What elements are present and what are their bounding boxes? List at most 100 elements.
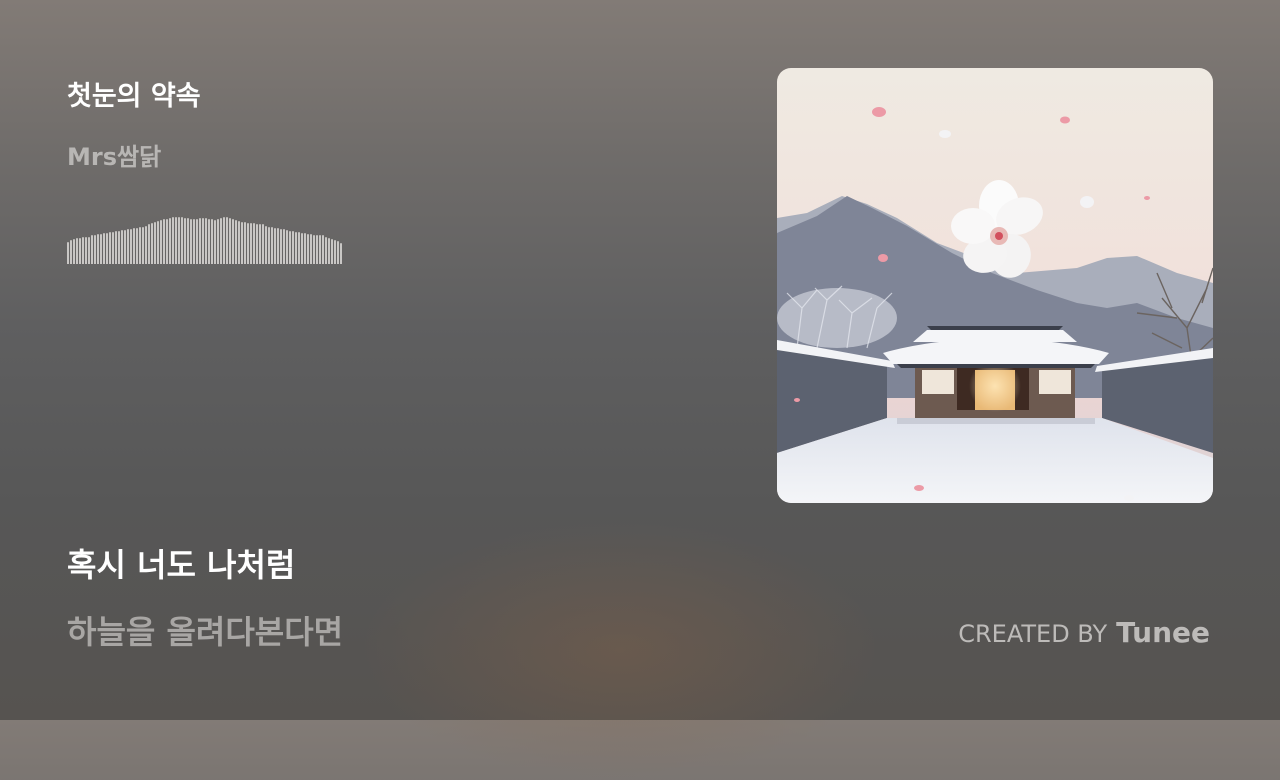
waveform-bar xyxy=(271,227,273,264)
waveform-bar xyxy=(97,234,99,264)
waveform-bar xyxy=(277,228,279,264)
waveform-bar xyxy=(331,239,333,264)
waveform-bar xyxy=(229,218,231,264)
waveform-bar xyxy=(70,240,72,264)
waveform-bar xyxy=(328,238,330,264)
waveform-bar xyxy=(79,238,81,264)
waveform-bar xyxy=(136,228,138,264)
waveform-bar xyxy=(265,226,267,264)
waveform-bar xyxy=(313,235,315,264)
waveform-bar xyxy=(283,229,285,264)
lyric-next-line: 하늘을 올려다본다면 xyxy=(67,613,344,651)
waveform-bar xyxy=(262,224,264,264)
waveform-bar xyxy=(241,222,243,264)
waveform-bar xyxy=(322,235,324,264)
waveform-bar xyxy=(157,221,159,264)
waveform-bar xyxy=(211,219,213,264)
waveform-bar xyxy=(250,223,252,264)
waveform-bar xyxy=(205,218,207,264)
waveform-bar xyxy=(307,234,309,264)
waveform-bar xyxy=(223,217,225,264)
waveform-bar xyxy=(154,222,156,264)
waveform-bar xyxy=(304,233,306,264)
waveform-bar xyxy=(121,230,123,264)
waveform-bar xyxy=(196,219,198,264)
waveform-bar xyxy=(184,218,186,264)
background-glow xyxy=(360,520,880,780)
waveform-bar xyxy=(112,232,114,264)
waveform-bar xyxy=(253,223,255,264)
waveform-bar xyxy=(214,220,216,264)
waveform-bar xyxy=(85,237,87,264)
waveform-bar xyxy=(88,237,90,264)
waveform-bar xyxy=(76,238,78,264)
waveform-bar xyxy=(319,235,321,264)
waveform-bar xyxy=(106,233,108,264)
waveform-bar xyxy=(166,219,168,264)
song-title: 첫눈의 약속 xyxy=(67,81,201,112)
waveform-bar xyxy=(208,219,210,264)
waveform-bar xyxy=(295,232,297,264)
waveform-bar xyxy=(151,223,153,264)
waveform-bar xyxy=(109,232,111,264)
waveform-bar xyxy=(274,228,276,264)
waveform-bar xyxy=(286,230,288,264)
waveform-bar xyxy=(73,239,75,264)
waveform-bar xyxy=(175,217,177,264)
brand-logo-text: Tunee xyxy=(1116,616,1210,649)
waveform-bar xyxy=(160,220,162,264)
waveform-bar xyxy=(325,237,327,264)
waveform-bar xyxy=(268,227,270,264)
waveform-bar xyxy=(298,232,300,264)
waveform-bar xyxy=(220,218,222,264)
waveform-bar xyxy=(172,217,174,264)
artist-name: Mrs쌈닭 xyxy=(67,143,162,171)
waveform-bar xyxy=(145,226,147,264)
waveform-bar xyxy=(82,237,84,264)
waveform-bar xyxy=(217,219,219,264)
waveform-bar xyxy=(280,229,282,264)
waveform-bar xyxy=(202,218,204,264)
waveform-bar xyxy=(103,233,105,264)
waveform-bar xyxy=(259,224,261,264)
credit-watermark: CREATED BY Tunee xyxy=(958,616,1210,649)
waveform-bar xyxy=(118,231,120,264)
album-cover xyxy=(777,68,1213,503)
waveform-bar xyxy=(238,221,240,264)
waveform-bar xyxy=(310,234,312,264)
waveform-bar xyxy=(127,229,129,264)
waveform-bar xyxy=(115,231,117,264)
waveform-bar xyxy=(334,240,336,264)
waveform-bar xyxy=(187,218,189,264)
waveform-bar xyxy=(337,241,339,264)
credit-prefix: CREATED BY xyxy=(958,620,1108,648)
waveform-bar xyxy=(163,219,165,264)
waveform-bar xyxy=(232,219,234,264)
waveform-bar xyxy=(139,227,141,264)
waveform-bar xyxy=(169,218,171,264)
waveform-bar xyxy=(124,230,126,264)
waveform-bar xyxy=(193,219,195,264)
waveform-bar xyxy=(244,222,246,264)
waveform-bar xyxy=(199,218,201,264)
waveform-bar xyxy=(133,228,135,264)
waveform-bar xyxy=(142,227,144,264)
waveform-bar xyxy=(289,231,291,264)
waveform-bar xyxy=(301,233,303,264)
waveform-bar xyxy=(181,217,183,264)
waveform-bar xyxy=(67,242,69,264)
waveform-bar xyxy=(130,229,132,264)
waveform-bar xyxy=(178,217,180,264)
audio-waveform xyxy=(67,212,373,264)
waveform-bar xyxy=(148,224,150,264)
waveform-bar xyxy=(292,231,294,264)
lyric-current-line: 혹시 너도 나처럼 xyxy=(67,546,296,584)
waveform-bar xyxy=(91,235,93,264)
waveform-bar xyxy=(235,220,237,264)
waveform-bar xyxy=(256,224,258,264)
waveform-bar xyxy=(316,235,318,264)
waveform-bar xyxy=(190,219,192,264)
waveform-bar xyxy=(247,223,249,264)
waveform-bar xyxy=(226,217,228,264)
waveform-bar xyxy=(94,235,96,264)
